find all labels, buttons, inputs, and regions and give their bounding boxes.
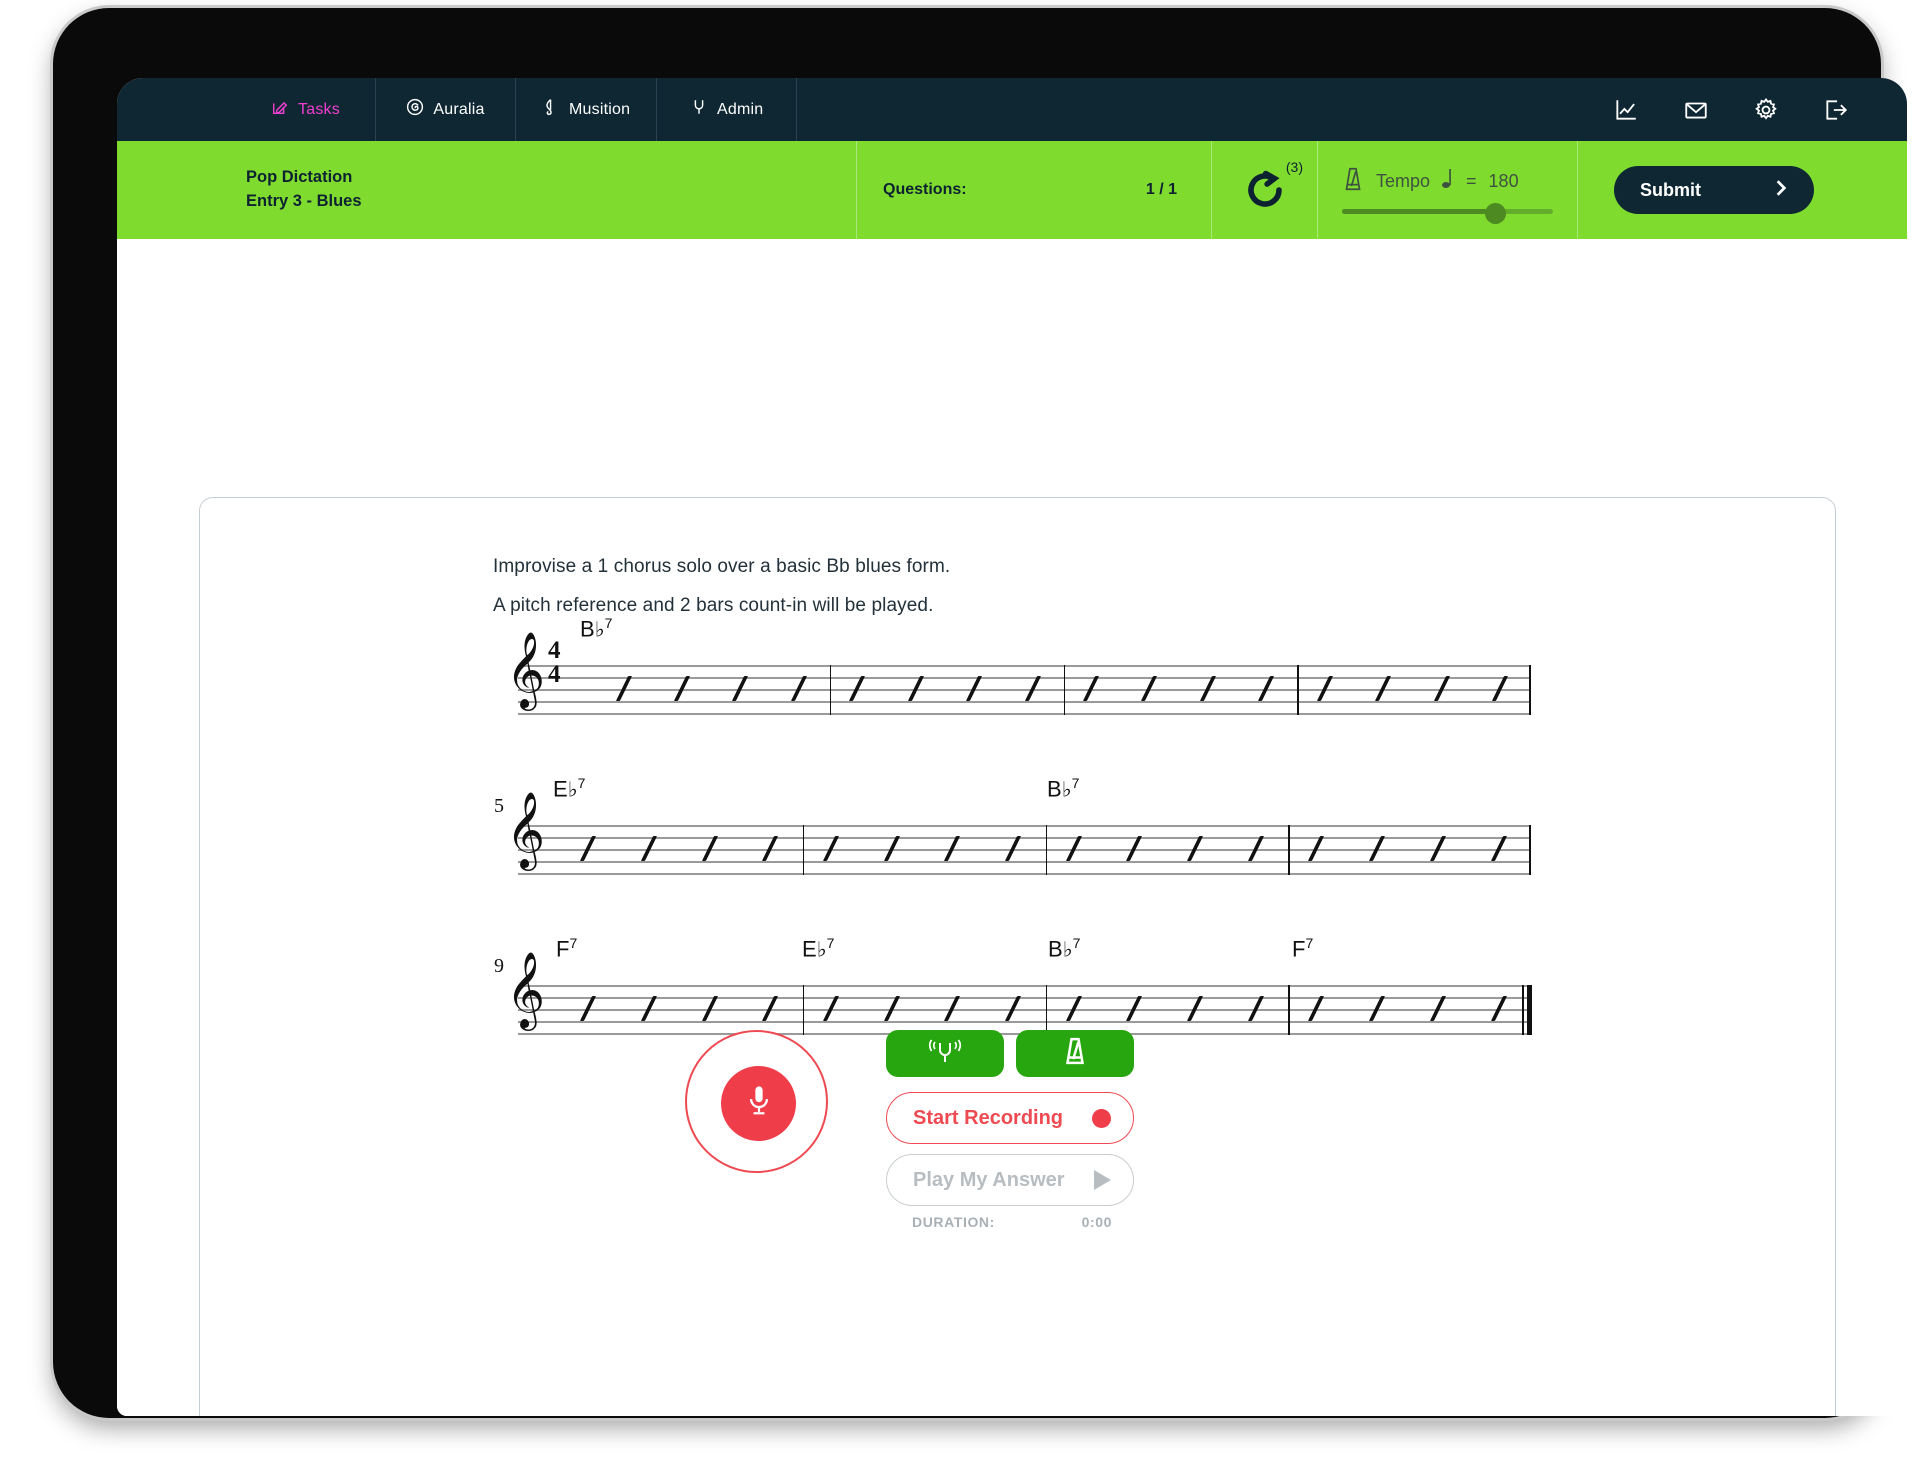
nav-tab-admin[interactable]: Admin [657, 78, 798, 141]
pitch-reference-button[interactable] [886, 1030, 1004, 1077]
nav-tab-admin-label: Admin [717, 100, 764, 118]
task-title-block: Pop Dictation Entry 3 - Blues [117, 141, 857, 239]
staff-1 [518, 665, 1531, 715]
start-recording-label: Start Recording [913, 1106, 1064, 1129]
tempo-value: 180 [1488, 170, 1519, 191]
nav-left-spacer [117, 78, 236, 141]
tuning-fork-icon [690, 98, 708, 121]
submit-button[interactable]: Submit [1614, 166, 1814, 214]
content-area: Improvise a 1 chorus solo over a basic B… [117, 239, 1907, 1416]
questions-counter: Questions: 1 / 1 [857, 141, 1212, 239]
tempo-slider-fill [1342, 208, 1492, 214]
recording-controls: Start Recording Play My Answer DURATION:… [685, 1030, 1134, 1258]
pencil-square-icon [271, 98, 289, 121]
gear-icon[interactable] [1753, 97, 1779, 123]
questions-label: Questions: [883, 181, 967, 198]
start-recording-button[interactable]: Start Recording [886, 1092, 1134, 1144]
barline-end [1529, 665, 1531, 715]
metronome-button[interactable] [1016, 1030, 1134, 1077]
barline [1288, 985, 1290, 1035]
nav-tab-musition[interactable]: Musition [516, 78, 658, 141]
barline [1297, 665, 1299, 715]
top-navigation-bar: Tasks Auralia Musition Admin [117, 78, 1907, 141]
submit-button-label: Submit [1640, 179, 1701, 200]
final-barline-thin [1522, 985, 1524, 1035]
barline [802, 825, 805, 875]
barline [1063, 665, 1066, 715]
instruction-line-1: Improvise a 1 chorus solo over a basic B… [493, 556, 951, 577]
mail-icon[interactable] [1683, 97, 1709, 123]
barline [829, 665, 832, 715]
play-my-answer-button[interactable]: Play My Answer [886, 1154, 1134, 1206]
metronome-icon [1062, 1036, 1088, 1071]
barline [802, 985, 805, 1035]
task-title-line2: Entry 3 - Blues [246, 192, 362, 210]
microphone-icon [744, 1084, 774, 1123]
tempo-slider-knob[interactable] [1485, 202, 1507, 224]
chord-symbol-bar7: B♭7 [1047, 775, 1080, 802]
ear-spiral-icon [406, 98, 424, 121]
duration-row: DURATION: 0:00 [886, 1214, 1134, 1230]
nav-tab-tasks-label: Tasks [298, 100, 340, 118]
time-signature: 44 [548, 637, 561, 688]
nav-tab-auralia-label: Auralia [433, 100, 485, 118]
tablet-screen: Tasks Auralia Musition Admin Pop Dictati… [117, 78, 1907, 1416]
chord-symbol-bar5: E♭7 [553, 775, 586, 802]
tempo-control: Tempo = 180 [1318, 141, 1578, 239]
barline [1288, 825, 1290, 875]
record-dot-icon [1092, 1108, 1111, 1128]
instruction-line-2: A pitch reference and 2 bars count-in wi… [493, 595, 934, 616]
questions-value: 1 / 1 [1145, 181, 1177, 198]
task-toolbar: Pop Dictation Entry 3 - Blues Questions:… [117, 141, 1907, 239]
chord-symbol-bar1: B♭7 [580, 615, 613, 642]
submit-area: Submit [1578, 141, 1907, 239]
treble-clef-icon: 𝄞 [506, 791, 546, 868]
chord-symbol-bar11: B♭7 [1048, 935, 1081, 962]
nav-right-icon-group [1613, 78, 1907, 141]
nav-tab-auralia[interactable]: Auralia [376, 78, 516, 141]
nav-tab-tasks[interactable]: Tasks [236, 78, 376, 141]
barline [1045, 985, 1048, 1035]
barline-end [1529, 825, 1531, 875]
logout-icon[interactable] [1823, 97, 1849, 123]
bar-number-5: 5 [494, 795, 504, 817]
tempo-readout: Tempo = 180 [1342, 166, 1553, 197]
treble-clef-icon: 𝄞 [506, 631, 546, 708]
final-barline-thick [1527, 985, 1532, 1035]
microphone-button[interactable] [721, 1066, 796, 1141]
quarter-note-icon [1442, 167, 1454, 196]
staff-2 [518, 825, 1531, 875]
analytics-chart-icon[interactable] [1613, 97, 1639, 123]
chord-symbol-bar10: E♭7 [802, 935, 835, 962]
play-my-answer-label: Play My Answer [913, 1168, 1065, 1191]
duration-value: 0:00 [1081, 1214, 1112, 1230]
metronome-icon [1342, 166, 1364, 197]
microphone-button-ring [685, 1030, 828, 1173]
treble-clef-icon: 𝄞 [506, 951, 546, 1028]
nav-tab-musition-label: Musition [569, 100, 631, 118]
duration-label: DURATION: [912, 1214, 995, 1230]
music-note-icon [542, 98, 560, 121]
staff-3 [518, 985, 1532, 1035]
question-card: Improvise a 1 chorus solo over a basic B… [199, 497, 1836, 1416]
tempo-slider[interactable] [1342, 202, 1553, 224]
chord-symbol-bar12: F7 [1292, 935, 1314, 962]
tablet-device-frame: Tasks Auralia Musition Admin Pop Dictati… [53, 8, 1907, 1418]
tempo-label: Tempo [1376, 170, 1431, 191]
chord-symbol-bar9: F7 [556, 935, 578, 962]
replay-button[interactable]: (3) [1212, 141, 1318, 239]
bar-number-9: 9 [494, 955, 504, 977]
task-title-line1: Pop Dictation [246, 168, 353, 187]
play-triangle-icon [1094, 1170, 1111, 1190]
tuning-fork-icon [925, 1037, 965, 1070]
replay-count-label: (3) [1285, 159, 1303, 175]
tempo-equals: = [1466, 170, 1477, 191]
chevron-right-icon [1772, 179, 1790, 202]
barline [1045, 825, 1048, 875]
